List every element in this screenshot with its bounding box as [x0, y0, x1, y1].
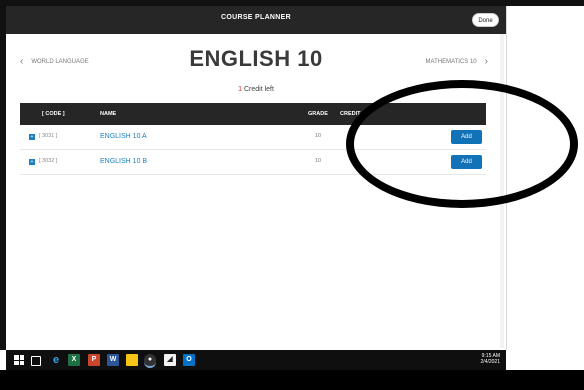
chrome-icon[interactable]: ● [144, 354, 156, 368]
powerpoint-icon[interactable]: P [88, 354, 100, 366]
credits-count: 1 [238, 86, 242, 93]
app-icon[interactable]: ◢ [164, 354, 176, 366]
expand-icon[interactable]: + [29, 159, 35, 165]
header-name[interactable]: NAME [100, 111, 116, 117]
course-code: [ 3032 ] [39, 158, 58, 164]
course-grade: 10 [315, 158, 322, 164]
edge-icon[interactable]: e [50, 354, 62, 366]
course-code: [ 3031 ] [39, 133, 58, 139]
course-name-link[interactable]: ENGLISH 10 A [100, 133, 147, 140]
chevron-right-icon: › [484, 56, 488, 67]
hand-drawn-circle-annotation [346, 80, 578, 208]
app-header: COURSE PLANNER Done [6, 6, 506, 34]
outlook-icon[interactable]: O [183, 354, 195, 366]
excel-icon[interactable]: X [68, 354, 80, 366]
header-grade[interactable]: GRADE [308, 111, 328, 117]
header-code[interactable]: [ CODE ] [42, 111, 65, 117]
app-title: COURSE PLANNER [221, 14, 291, 21]
word-icon[interactable]: W [107, 354, 119, 366]
task-view-icon[interactable] [31, 356, 41, 366]
system-clock[interactable]: 9:15 AM 2/4/2021 [481, 353, 500, 365]
nav-next-label: MATHEMATICS 10 [425, 58, 477, 65]
nav-next-course[interactable]: MATHEMATICS 10 › [426, 56, 488, 67]
course-name-link[interactable]: ENGLISH 10 B [100, 158, 147, 165]
done-button[interactable]: Done [472, 13, 499, 27]
windows-start-icon[interactable] [14, 355, 24, 365]
windows-taskbar: e X P W ● ◢ O 9:15 AM 2/4/2021 [6, 350, 506, 370]
credits-label: Credit left [243, 86, 274, 93]
screen-right-bottom [506, 350, 584, 370]
screen-bottom-border [0, 370, 584, 390]
course-grade: 10 [315, 133, 322, 139]
clock-date: 2/4/2021 [480, 359, 500, 365]
file-explorer-icon[interactable] [126, 354, 138, 366]
expand-icon[interactable]: + [29, 134, 35, 140]
